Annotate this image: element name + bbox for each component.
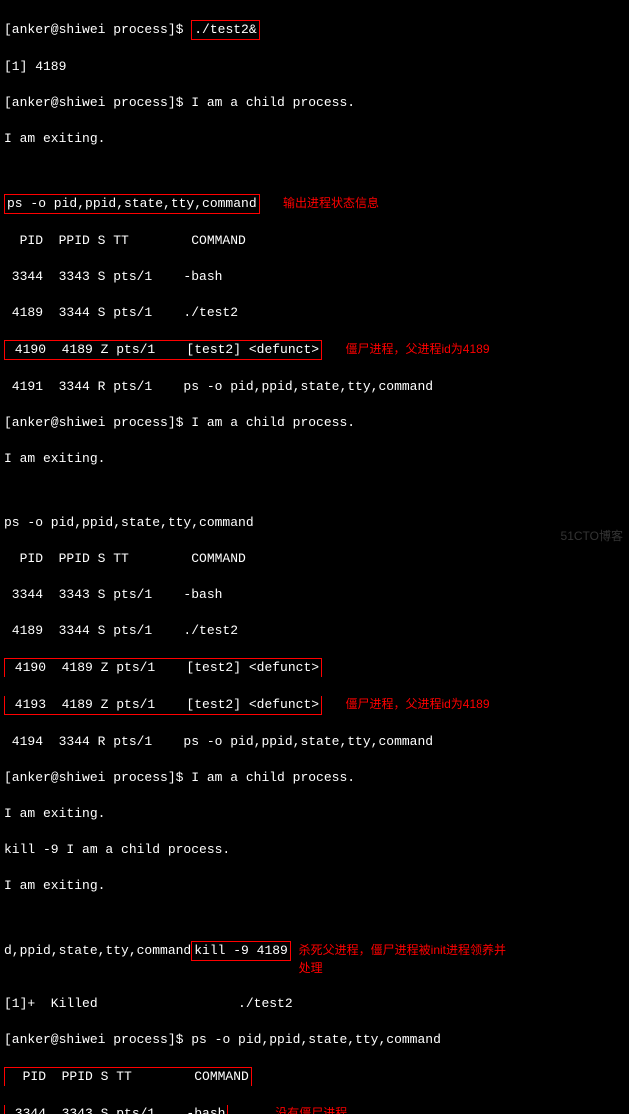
line-exit4: I am exiting. — [4, 877, 625, 895]
terminal[interactable]: [anker@shiwei process]$ ./test2& [1] 418… — [0, 0, 629, 1114]
blank3 — [4, 913, 625, 923]
zombie-box2b: 4193 4189 Z pts/1 [test2] <defunct> — [4, 696, 322, 715]
annot-kill: 杀死父进程，僵尸进程被init进程领养并处理 — [299, 941, 509, 977]
ps3-box-mid: 3344 3343 S pts/1 -bash — [4, 1105, 228, 1114]
annot-zombie1: 僵尸进程，父进程id为4189 — [345, 342, 489, 356]
ps-cmd-box1: ps -o pid,ppid,state,tty,command — [4, 194, 260, 214]
ps-cmd1: ps -o pid,ppid,state,tty,command — [7, 196, 257, 211]
cmd-test2: ./test2& — [194, 22, 256, 37]
ps1-r2-wrap: 4190 4189 Z pts/1 [test2] <defunct> 僵尸进程… — [4, 340, 625, 360]
line-ps3cmd: [anker@shiwei process]$ ps -o pid,ppid,s… — [4, 1031, 625, 1049]
ps1-r2: 4190 4189 Z pts/1 [test2] <defunct> — [7, 342, 319, 357]
zombie-box1: 4190 4189 Z pts/1 [test2] <defunct> — [4, 340, 322, 360]
annot-none: 没有僵尸进程 — [275, 1106, 347, 1114]
ps2-r1: 4189 3344 S pts/1 ./test2 — [4, 622, 625, 640]
line-child1: [anker@shiwei process]$ I am a child pro… — [4, 94, 625, 112]
cmd-test2-box: ./test2& — [191, 20, 259, 40]
kill-box: kill -9 4189 — [191, 941, 291, 961]
child-msg3: I am a child process. — [191, 770, 355, 785]
ps2-r2: 4190 4189 Z pts/1 [test2] <defunct> — [7, 660, 319, 675]
line-job: [1] 4189 — [4, 58, 625, 76]
prompt: [anker@shiwei process]$ — [4, 95, 191, 110]
ps2-r2-wrap: 4190 4189 Z pts/1 [test2] <defunct> — [4, 658, 625, 677]
line-exit2: I am exiting. — [4, 450, 625, 468]
line-exit1: I am exiting. — [4, 130, 625, 148]
prompt: [anker@shiwei process]$ — [4, 415, 191, 430]
blank2 — [4, 486, 625, 496]
ps3-box-top: PID PPID S TT COMMAND — [4, 1067, 252, 1086]
ps3-cmd: ps -o pid,ppid,state,tty,command — [191, 1032, 441, 1047]
ps1-header: PID PPID S TT COMMAND — [4, 232, 625, 250]
ps1-r0: 3344 3343 S pts/1 -bash — [4, 268, 625, 286]
line-killed: [1]+ Killed ./test2 — [4, 995, 625, 1013]
line-killcmd: d,ppid,state,tty,commandkill -9 4189 杀死父… — [4, 941, 625, 977]
annot-output: 输出进程状态信息 — [283, 196, 379, 210]
ps2-cmd: ps -o pid,ppid,state,tty,command — [4, 514, 625, 532]
ps2-header: PID PPID S TT COMMAND — [4, 550, 625, 568]
prompt: [anker@shiwei process]$ — [4, 770, 191, 785]
ps2-r3: 4193 4189 Z pts/1 [test2] <defunct> — [7, 697, 319, 712]
line-child3: [anker@shiwei process]$ I am a child pro… — [4, 769, 625, 787]
ps3-header: PID PPID S TT COMMAND — [7, 1069, 249, 1084]
child-msg2: I am a child process. — [191, 415, 355, 430]
ps2-r3-wrap: 4193 4189 Z pts/1 [test2] <defunct> 僵尸进程… — [4, 695, 625, 715]
ps3-r0: 3344 3343 S pts/1 -bash — [7, 1106, 225, 1114]
ps1-r1: 4189 3344 S pts/1 ./test2 — [4, 304, 625, 322]
ps2-r4: 4194 3344 R pts/1 ps -o pid,ppid,state,t… — [4, 733, 625, 751]
blank — [4, 166, 625, 176]
watermark: 51CTO博客 — [561, 527, 623, 545]
ps1-r3: 4191 3344 R pts/1 ps -o pid,ppid,state,t… — [4, 378, 625, 396]
line-exit3: I am exiting. — [4, 805, 625, 823]
ps3-r0-wrap: 3344 3343 S pts/1 -bash 没有僵尸进程 — [4, 1104, 625, 1114]
line-prompt1: [anker@shiwei process]$ ./test2& — [4, 20, 625, 40]
line-child2: [anker@shiwei process]$ I am a child pro… — [4, 414, 625, 432]
prompt: [anker@shiwei process]$ — [4, 22, 191, 37]
line-ps1-cmd: ps -o pid,ppid,state,tty,command 输出进程状态信… — [4, 194, 625, 214]
annot-zombie2: 僵尸进程，父进程id为4189 — [345, 697, 489, 711]
kill-frag: d,ppid,state,tty,command — [4, 943, 191, 958]
prompt: [anker@shiwei process]$ — [4, 1032, 191, 1047]
ps3-wrap: PID PPID S TT COMMAND — [4, 1067, 625, 1086]
zombie-box2a: 4190 4189 Z pts/1 [test2] <defunct> — [4, 658, 322, 677]
line-kill: kill -9 I am a child process. — [4, 841, 625, 859]
ps2-r0: 3344 3343 S pts/1 -bash — [4, 586, 625, 604]
child-msg: I am a child process. — [191, 95, 355, 110]
kill-cmd: kill -9 4189 — [194, 943, 288, 958]
